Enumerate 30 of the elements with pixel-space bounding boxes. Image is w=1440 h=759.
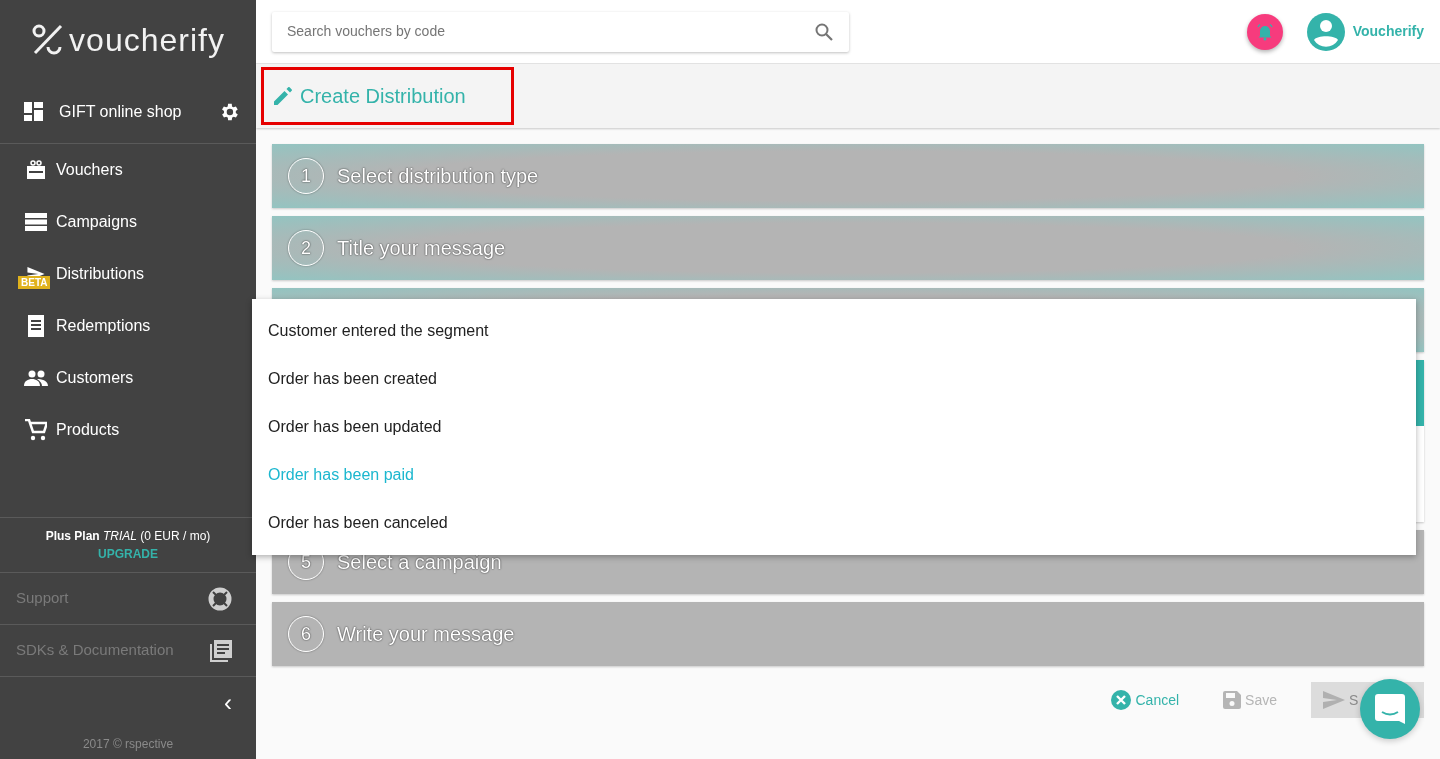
step-title: Write your message — [337, 622, 515, 647]
send-icon — [1323, 691, 1345, 709]
people-icon — [24, 370, 48, 386]
step-title: Select distribution type — [337, 164, 539, 189]
beta-tag: BETA — [18, 276, 51, 289]
close-icon — [1111, 690, 1132, 710]
chat-button[interactable] — [1360, 679, 1420, 739]
sidebar-item[interactable]: Distributions BETA — [0, 248, 256, 300]
dashboard-icon — [24, 102, 43, 121]
project-name[interactable]: GIFT online shop — [59, 99, 210, 124]
step-title: Select a campaign — [337, 550, 502, 575]
cart-icon — [24, 419, 48, 441]
brand-name: voucherify — [69, 21, 225, 60]
notification-bell-icon[interactable] — [1246, 13, 1283, 50]
pencil-icon — [274, 87, 292, 105]
step-title: Title your message — [337, 236, 506, 261]
avatar-icon[interactable] — [1306, 12, 1345, 51]
chat-icon — [1375, 694, 1405, 724]
sidebar-item[interactable]: Campaigns — [0, 196, 256, 248]
list-icon — [24, 213, 48, 231]
collapse-button[interactable]: ‹ — [224, 685, 232, 721]
upgrade-link[interactable]: UPGRADE — [98, 545, 158, 563]
gift-icon — [24, 160, 48, 180]
docs-icon — [210, 639, 232, 662]
plan-info: Plus Plan TRIAL (0 EUR / mo) — [45, 528, 211, 545]
page-title: Create Distribution — [261, 67, 514, 125]
search-icon — [815, 22, 833, 41]
lifebuoy-icon — [208, 586, 232, 611]
copyright: 2017 © rspective — [81, 736, 175, 753]
sidebar-item[interactable]: Vouchers — [0, 144, 256, 196]
